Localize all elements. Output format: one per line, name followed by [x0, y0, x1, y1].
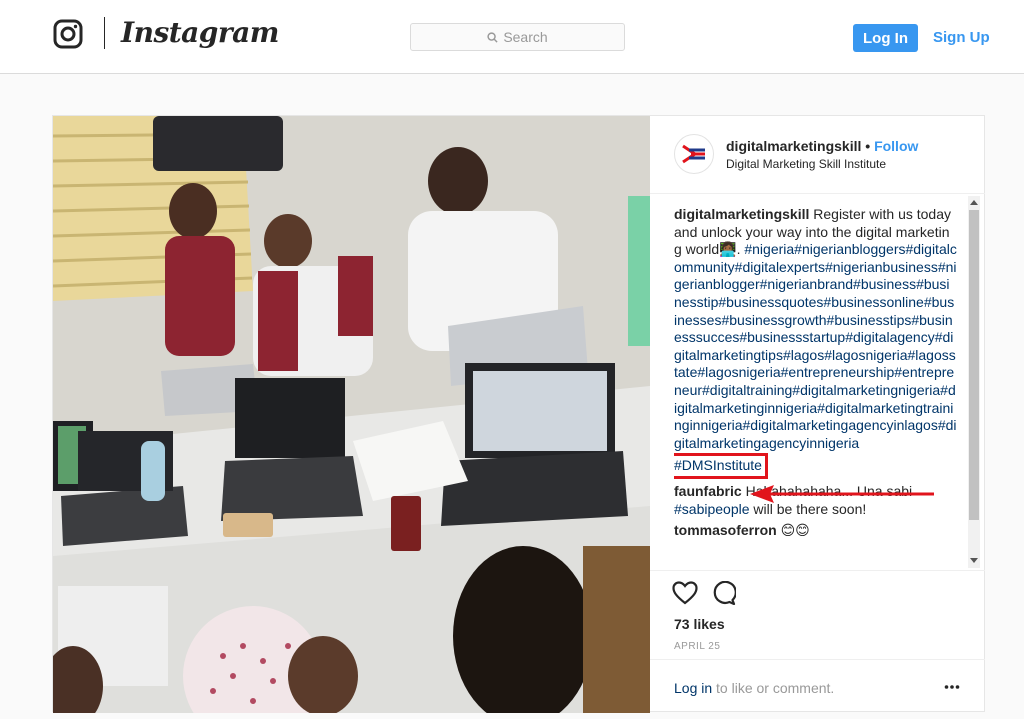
login-to-comment: Log in to like or comment.: [650, 659, 985, 714]
login-prompt-text: to like or comment.: [712, 680, 835, 696]
post-location[interactable]: Digital Marketing Skill Institute: [726, 157, 886, 171]
scroll-up-icon[interactable]: [970, 200, 978, 205]
login-button[interactable]: Log In: [853, 24, 918, 52]
post-caption: digitalmarketingskill Register with us t…: [674, 206, 957, 452]
post-card: digitalmarketingskill • Follow Digital M…: [52, 115, 985, 713]
signup-link[interactable]: Sign Up: [933, 29, 990, 46]
separator-dot: •: [865, 138, 871, 154]
post-header: digitalmarketingskill • Follow Digital M…: [650, 116, 985, 194]
logo-divider: [104, 17, 105, 49]
caption-hashtags[interactable]: #nigeria#nigerianbloggers#digitalcommuni…: [674, 241, 957, 451]
comments-scrollbar[interactable]: [968, 196, 980, 568]
post-actions: 73 likes APRIL 25 Log in to like or comm…: [650, 570, 985, 713]
post-date[interactable]: APRIL 25: [674, 641, 720, 652]
list-item: tommasoferron 😊😊: [674, 522, 957, 540]
instagram-camera-icon[interactable]: [53, 19, 83, 49]
scrollbar-thumb[interactable]: [969, 210, 979, 520]
instagram-wordmark[interactable]: Instagram: [121, 16, 279, 49]
post-username[interactable]: digitalmarketingskill: [726, 138, 861, 154]
annotation-arrow-icon: [750, 485, 934, 503]
avatar[interactable]: [674, 134, 714, 174]
comment-username[interactable]: tommasoferron: [674, 522, 777, 538]
search-icon: [487, 31, 498, 43]
caption-username[interactable]: digitalmarketingskill: [674, 206, 809, 222]
caption-emoji: 👩🏾‍💻: [719, 241, 737, 258]
comment-icon[interactable]: [712, 581, 736, 605]
follow-button[interactable]: Follow: [874, 138, 918, 154]
comments-list: digitalmarketingskill Register with us t…: [674, 206, 957, 570]
more-options-icon[interactable]: [944, 680, 960, 694]
comment-emoji: 😊😊: [780, 522, 810, 539]
comment-hashtag[interactable]: #sabipeople: [674, 501, 750, 517]
search-placeholder: Search: [503, 29, 548, 45]
dms-logo-icon: [682, 144, 705, 164]
post-photo[interactable]: [53, 116, 650, 713]
likes-count[interactable]: 73 likes: [674, 616, 725, 632]
login-link[interactable]: Log in: [674, 680, 712, 696]
heart-icon[interactable]: [672, 581, 698, 605]
login-prompt: Log in to like or comment.: [674, 680, 834, 696]
classroom-photo: [53, 116, 650, 713]
caption-period: .: [736, 241, 741, 258]
post-username-row: digitalmarketingskill • Follow: [726, 138, 918, 154]
search-input[interactable]: Search: [410, 23, 625, 51]
post-sidebar: digitalmarketingskill • Follow Digital M…: [650, 116, 985, 713]
scroll-down-icon[interactable]: [970, 558, 978, 563]
highlighted-hashtag[interactable]: #DMSInstitute: [674, 453, 768, 479]
comment-username[interactable]: faunfabric: [674, 483, 742, 499]
top-nav: Instagram Search Log In Sign Up: [0, 0, 1024, 74]
